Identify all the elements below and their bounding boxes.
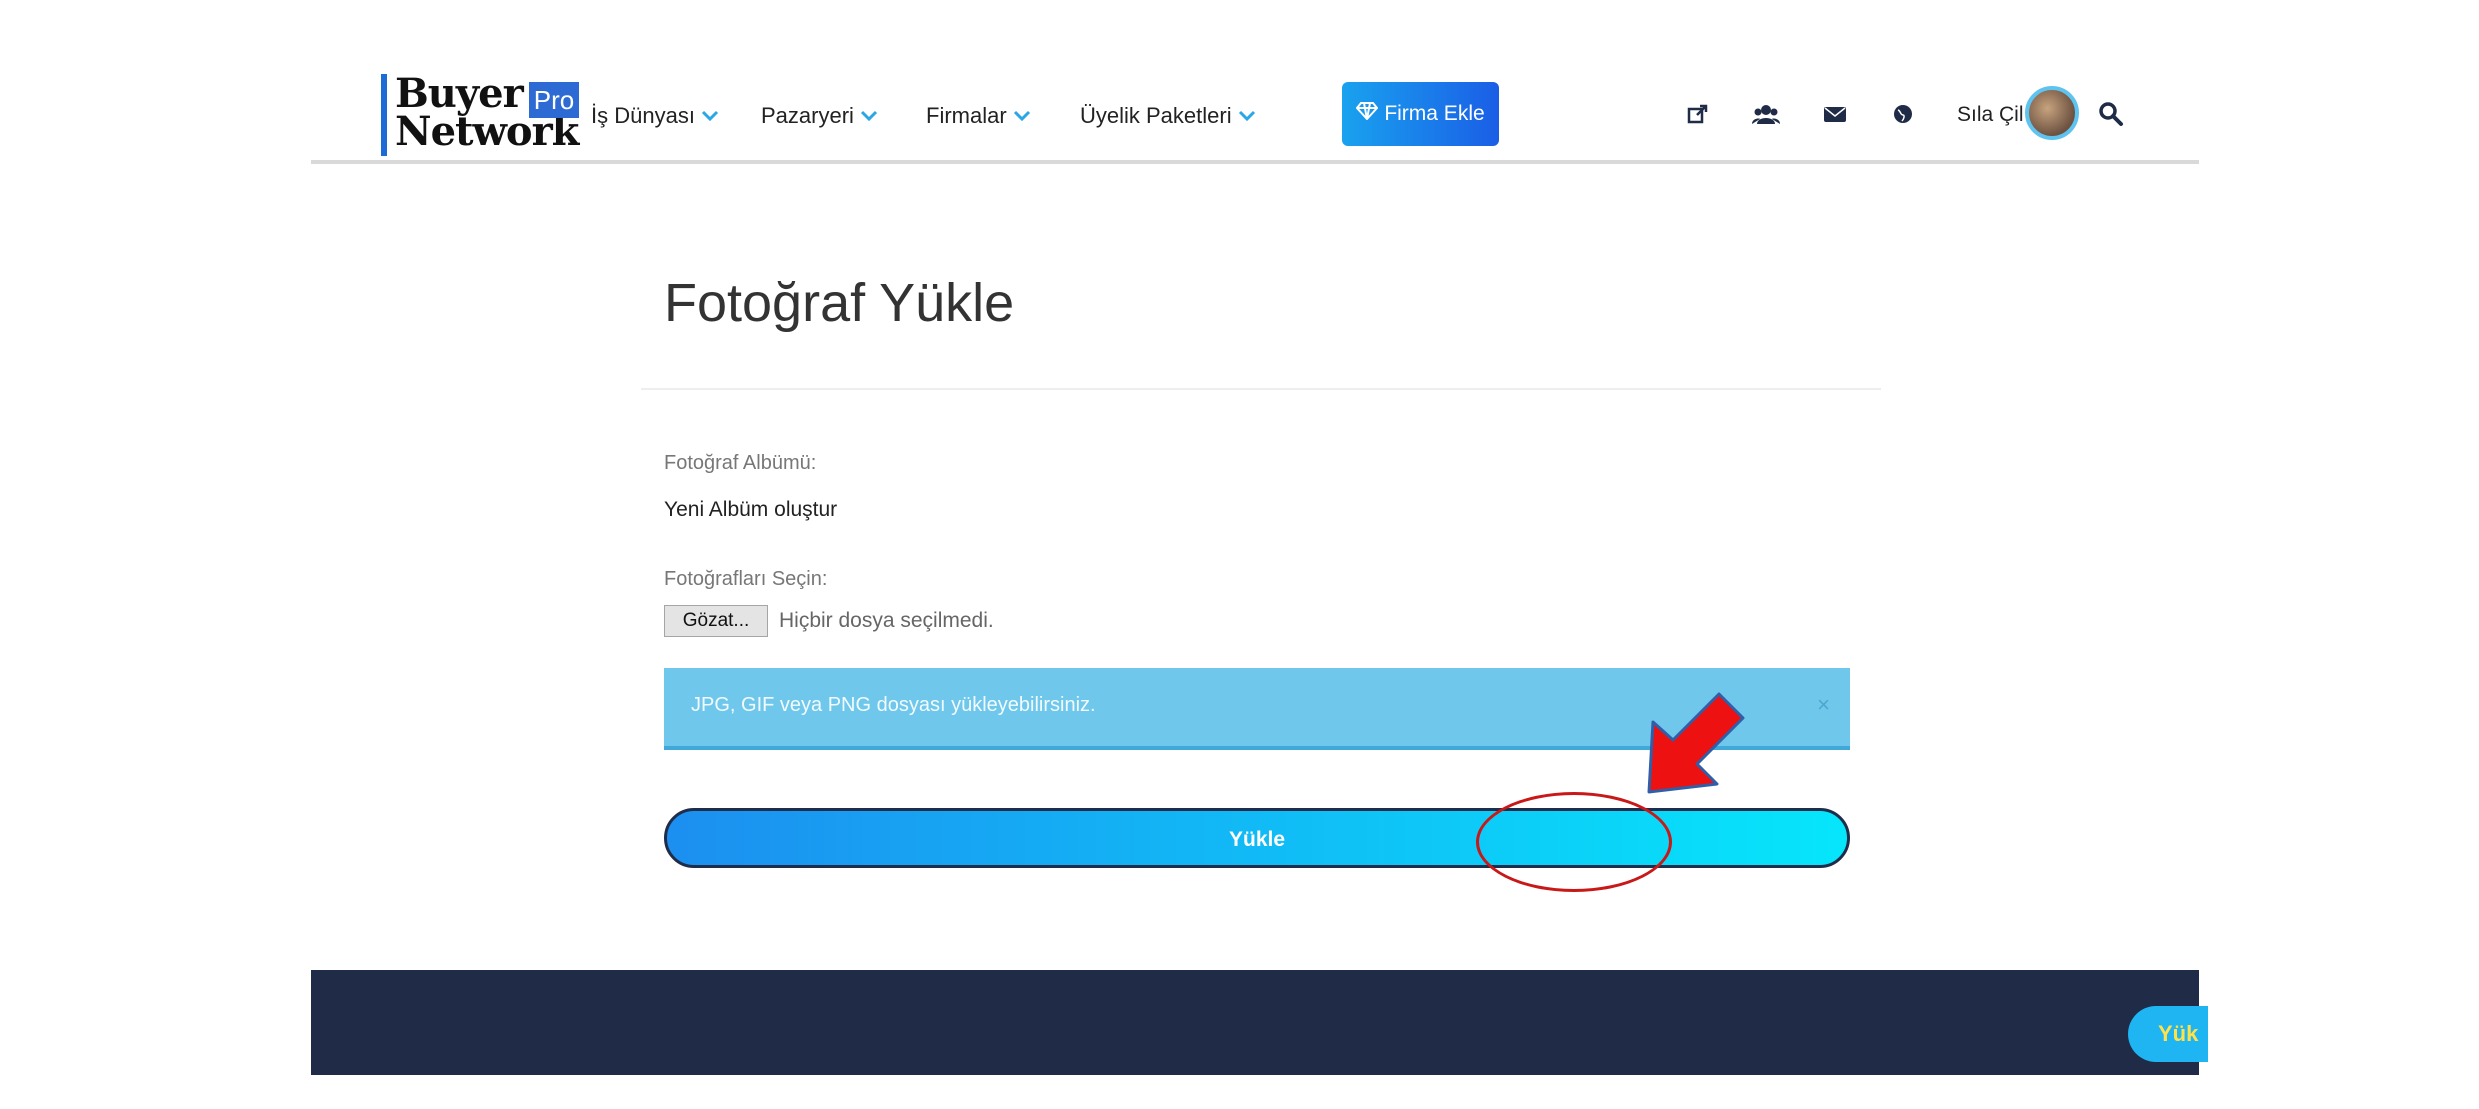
- chevron-down-icon: [701, 110, 719, 122]
- users-icon[interactable]: [1752, 102, 1780, 126]
- title-divider: [641, 388, 1881, 390]
- nav-item-pazaryeri[interactable]: Pazaryeri: [761, 96, 878, 136]
- nav-item-label: Pazaryeri: [761, 103, 854, 128]
- album-label: Fotoğraf Albümü:: [664, 452, 817, 474]
- upload-button[interactable]: Yükle: [664, 808, 1850, 868]
- upload-button-label: Yükle: [1228, 828, 1286, 851]
- alert-text: JPG, GIF veya PNG dosyası yükleyebilirsi…: [691, 694, 1096, 716]
- browse-button[interactable]: Gözat...: [664, 605, 768, 637]
- logo-badge: Pro: [529, 82, 579, 118]
- nav-item-label: Üyelik Paketleri: [1080, 103, 1232, 128]
- select-photos-label: Fotoğrafları Seçin:: [664, 568, 828, 590]
- add-company-label: Firma Ekle: [1384, 102, 1485, 125]
- logo-bar: [381, 74, 387, 156]
- external-link-icon[interactable]: [1686, 102, 1710, 126]
- avatar[interactable]: [2025, 86, 2079, 140]
- nav-item-label: Firmalar: [926, 103, 1007, 128]
- diamond-icon: [1355, 102, 1379, 126]
- chevron-down-icon: [1013, 110, 1031, 122]
- no-file-text: Hiçbir dosya seçilmedi.: [779, 609, 994, 632]
- nav-item-label: İş Dünyası: [591, 103, 695, 128]
- page-title: Fotoğraf Yükle: [664, 273, 1015, 333]
- globe-icon[interactable]: [1891, 102, 1915, 126]
- user-name[interactable]: Sıla Çil: [1957, 103, 2024, 127]
- close-icon[interactable]: ×: [1817, 692, 1830, 718]
- floating-upload-button[interactable]: Yük: [2128, 1006, 2208, 1062]
- chevron-down-icon: [860, 110, 878, 122]
- nav-item-firmalar[interactable]: Firmalar: [926, 96, 1031, 136]
- site-footer: Yük: [311, 970, 2208, 1075]
- site-header: Buyer Network Pro İş Dünyası Pazaryeri F…: [311, 48, 2199, 164]
- album-select[interactable]: Yeni Albüm oluştur: [664, 498, 837, 522]
- site-logo[interactable]: Buyer Network Pro: [381, 70, 581, 156]
- annotation-arrow-icon: [1631, 688, 1751, 813]
- chevron-down-icon: [1238, 110, 1256, 122]
- nav-item-is-dunyasi[interactable]: İş Dünyası: [591, 96, 719, 136]
- search-icon[interactable]: [2098, 101, 2124, 132]
- page-frame: Buyer Network Pro İş Dünyası Pazaryeri F…: [311, 0, 2208, 1075]
- add-company-button[interactable]: Firma Ekle: [1342, 82, 1499, 146]
- envelope-icon[interactable]: [1823, 102, 1847, 126]
- nav-item-uyelik-paketleri[interactable]: Üyelik Paketleri: [1080, 96, 1256, 136]
